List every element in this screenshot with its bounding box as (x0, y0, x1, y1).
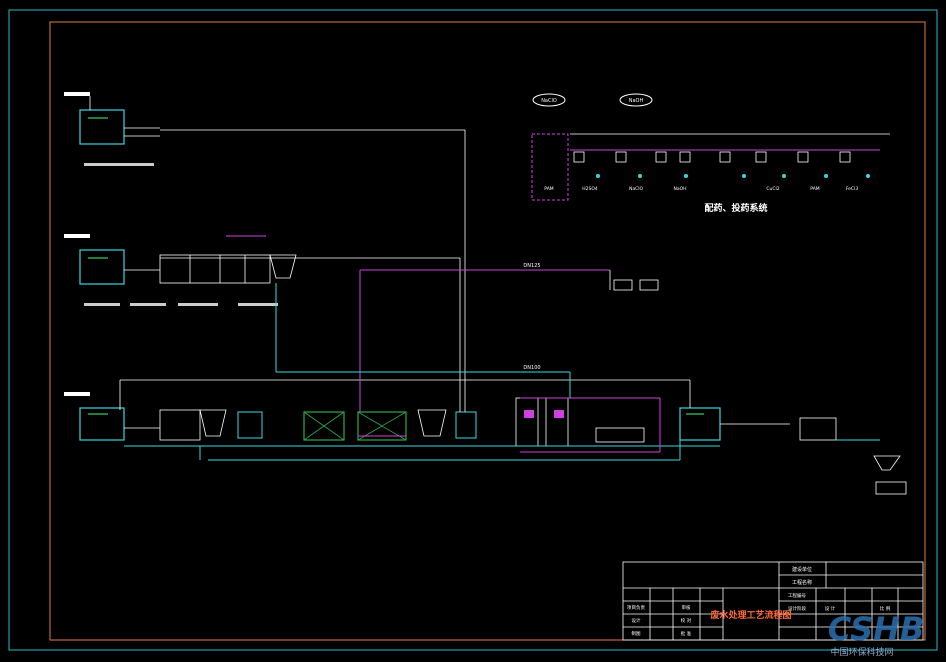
tb-project-no: 工程编号 (788, 592, 806, 599)
chem-tank-label-1: NaClO (541, 98, 557, 104)
chem-label-1: PAM (544, 186, 554, 192)
tb-project-name: 工程名称 (792, 579, 812, 586)
section-title: 配药、投药系统 (704, 202, 767, 214)
pipe-label-dn100: DN100 (523, 365, 540, 371)
drawing-title: 废水处理工艺流程图 (710, 609, 791, 621)
tb-checker: 校 对 (681, 617, 692, 624)
tb-approve: 批 准 (681, 630, 692, 637)
chem-tank-label-2: NaOH (629, 98, 644, 104)
pipe-label-dn125: DN125 (523, 263, 540, 269)
chem-label-3: NaClO (629, 186, 644, 192)
tb-designer: 设计 (632, 617, 641, 624)
tb-review: 审核 (682, 604, 691, 611)
watermark: CSHB 中国环保科技网 (828, 610, 925, 658)
watermark-logo: CSHB (828, 610, 925, 648)
tb-project-lead: 项目负责 (627, 604, 645, 611)
tb-draftsman: 制图 (632, 630, 641, 637)
chem-label-7: FeCl3 (846, 186, 859, 192)
watermark-subtitle: 中国环保科技网 (830, 646, 893, 658)
outer-frame (8, 9, 938, 651)
inner-frame (49, 21, 926, 641)
tank-row1 (64, 92, 465, 166)
process-flow-drawing: NaClO NaOH PAM H2SO4 NaClO NaOH CuCl2 PA… (8, 9, 938, 658)
dosing-system (531, 93, 890, 201)
chem-label-5: CuCl2 (766, 186, 779, 192)
chem-label-4: NaOH (673, 186, 686, 192)
chem-label-2: H2SO4 (582, 186, 598, 192)
chem-label-6: PAM (810, 186, 820, 192)
tb-build-unit: 建设单位 (792, 566, 812, 573)
tank-row3 (64, 379, 907, 495)
